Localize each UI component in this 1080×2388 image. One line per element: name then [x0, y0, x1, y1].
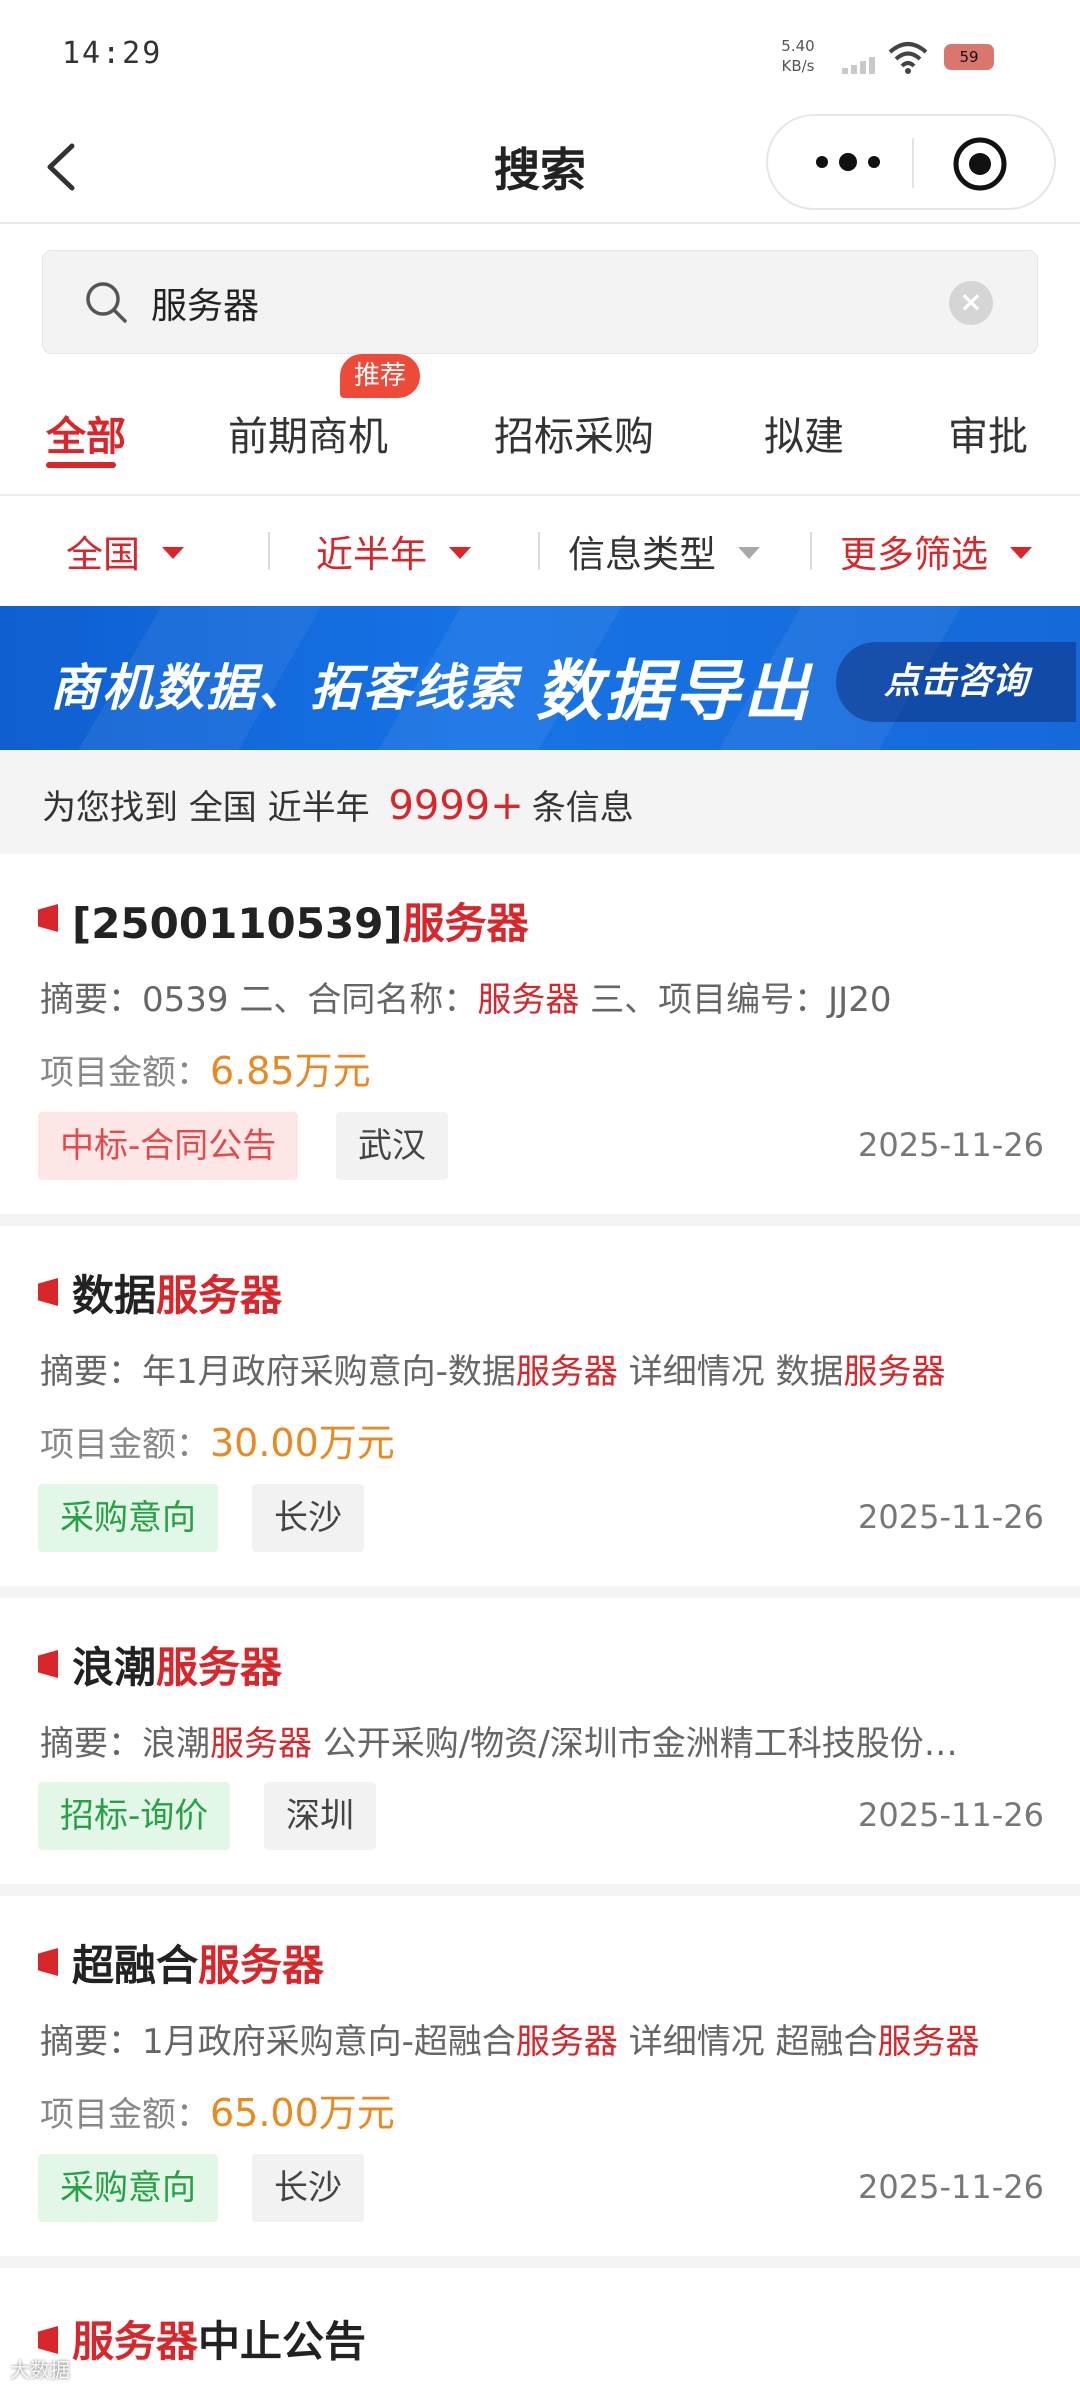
result-title[interactable]: [2500110539]服务器: [72, 890, 529, 951]
tab-early-opportunities[interactable]: 前期商机: [228, 404, 388, 462]
result-type-tag: 招标-询价: [38, 1782, 231, 1850]
flag-icon: [38, 1948, 58, 1976]
search-input[interactable]: [151, 275, 951, 331]
promo-banner[interactable]: 商机数据、拓客线索 数据导出 点击咨询: [0, 606, 1080, 750]
summary-prefix: 为您找到: [42, 788, 178, 828]
result-city-tag: 深圳: [264, 1782, 376, 1850]
dropdown-arrow-icon: [449, 547, 471, 559]
flag-icon: [38, 1278, 58, 1306]
tab-proposed-construction[interactable]: 拟建: [764, 404, 844, 462]
nav-bar: 搜索: [0, 110, 1080, 224]
active-tab-indicator: [46, 462, 116, 468]
consult-button[interactable]: 点击咨询: [836, 642, 1076, 722]
filter-region[interactable]: 全国: [66, 526, 184, 576]
banner-headline: 数据导出: [536, 653, 812, 730]
miniprogram-capsule: [766, 114, 1056, 210]
result-abstract: 摘要：1月政府采购意向-超融合服务器 详细情况 超融合服务器: [40, 2022, 980, 2062]
filter-more[interactable]: 更多筛选: [840, 526, 1032, 576]
result-count: 9999+: [388, 783, 524, 829]
filter-info-type[interactable]: 信息类型: [568, 526, 760, 576]
filter-period-label: 近半年: [316, 533, 427, 576]
result-date: 2025-11-26: [858, 1126, 1044, 1164]
more-icon[interactable]: [808, 142, 888, 182]
signal-icon: [842, 57, 875, 74]
summary-suffix: 条信息: [531, 788, 634, 828]
result-date: 2025-11-26: [858, 2168, 1044, 2206]
close-miniprogram-icon[interactable]: [952, 136, 1008, 192]
result-type-tag: 采购意向: [38, 1484, 218, 1552]
tab-approval[interactable]: 审批: [948, 404, 1028, 462]
status-time: 14:29: [62, 36, 163, 71]
flag-icon: [38, 2326, 58, 2354]
filter-divider: [538, 532, 540, 570]
filter-divider: [268, 532, 270, 570]
search-icon: [86, 282, 127, 323]
result-date: 2025-11-26: [858, 1498, 1044, 1536]
tab-all[interactable]: 全部: [46, 404, 126, 462]
wifi-icon: [888, 42, 928, 74]
filter-period[interactable]: 近半年: [316, 526, 471, 576]
dropdown-arrow-icon: [162, 547, 184, 559]
result-amount: 项目金额：65.00万元: [40, 2091, 395, 2135]
result-card[interactable]: 超融合服务器 摘要：1月政府采购意向-超融合服务器 详细情况 超融合服务器 项目…: [0, 1896, 1080, 2256]
status-bar: 14:29 5.40 KB/s 59: [0, 0, 1080, 110]
result-date: 2025-11-26: [858, 1796, 1044, 1834]
result-title[interactable]: 浪潮服务器: [72, 1634, 282, 1695]
result-city-tag: 长沙: [252, 2154, 364, 2222]
result-title[interactable]: 超融合服务器: [72, 1932, 324, 1993]
result-abstract: 摘要：年1月政府采购意向-数据服务器 详细情况 数据服务器: [40, 1352, 946, 1392]
dropdown-arrow-icon: [1010, 547, 1032, 559]
banner-subtitle: 商机数据、拓客线索: [50, 659, 518, 717]
capsule-divider: [912, 138, 914, 188]
result-card[interactable]: 浪潮服务器 摘要：浪潮服务器 公开采购/物资/深圳市金洲精工科技股份… 招标-询…: [0, 1598, 1080, 1884]
flag-icon: [38, 1650, 58, 1678]
network-speed-value: 5.40: [781, 37, 815, 55]
search-area: ×: [0, 224, 1080, 354]
filter-region-label: 全国: [66, 533, 140, 576]
tab-bidding-procurement[interactable]: 招标采购: [494, 404, 654, 462]
result-summary: 为您找到 全国 近半年 9999+ 条信息: [0, 750, 1080, 854]
result-type-tag: 中标-合同公告: [38, 1112, 299, 1180]
result-card[interactable]: 服务器中止公告: [0, 2268, 1080, 2388]
network-speed-unit: KB/s: [781, 57, 815, 75]
filter-more-label: 更多筛选: [840, 533, 988, 576]
result-title[interactable]: 数据服务器: [72, 1262, 282, 1323]
category-tabs: 全部 前期商机 推荐 招标采购 拟建 审批: [0, 354, 1080, 496]
result-title[interactable]: 服务器中止公告: [72, 2308, 366, 2369]
summary-period: 近半年: [267, 788, 370, 828]
result-city-tag: 武汉: [336, 1112, 448, 1180]
summary-region: 全国: [188, 788, 257, 828]
filter-bar: 全国 近半年 信息类型 更多筛选: [0, 496, 1080, 606]
clear-search-button[interactable]: ×: [949, 281, 993, 325]
dropdown-arrow-icon: [738, 547, 760, 559]
recommend-badge: 推荐: [340, 354, 421, 398]
result-amount: 项目金额：6.85万元: [40, 1049, 371, 1093]
watermark: 大数据: [10, 2358, 70, 2382]
result-card[interactable]: [2500110539]服务器 摘要：0539 二、合同名称：服务器 三、项目编…: [0, 854, 1080, 1214]
result-card[interactable]: 数据服务器 摘要：年1月政府采购意向-数据服务器 详细情况 数据服务器 项目金额…: [0, 1226, 1080, 1586]
result-city-tag: 长沙: [252, 1484, 364, 1552]
filter-info-type-label: 信息类型: [568, 533, 716, 576]
flag-icon: [38, 904, 58, 932]
filter-divider: [810, 532, 812, 570]
network-speed: 5.40 KB/s: [776, 36, 820, 76]
result-abstract: 摘要：0539 二、合同名称：服务器 三、项目编号：JJ20: [40, 980, 892, 1020]
result-abstract: 摘要：浪潮服务器 公开采购/物资/深圳市金洲精工科技股份…: [40, 1724, 958, 1764]
result-amount: 项目金额：30.00万元: [40, 1421, 395, 1465]
result-type-tag: 采购意向: [38, 2154, 218, 2222]
search-box[interactable]: ×: [42, 250, 1038, 354]
battery-indicator: 59: [944, 44, 994, 70]
